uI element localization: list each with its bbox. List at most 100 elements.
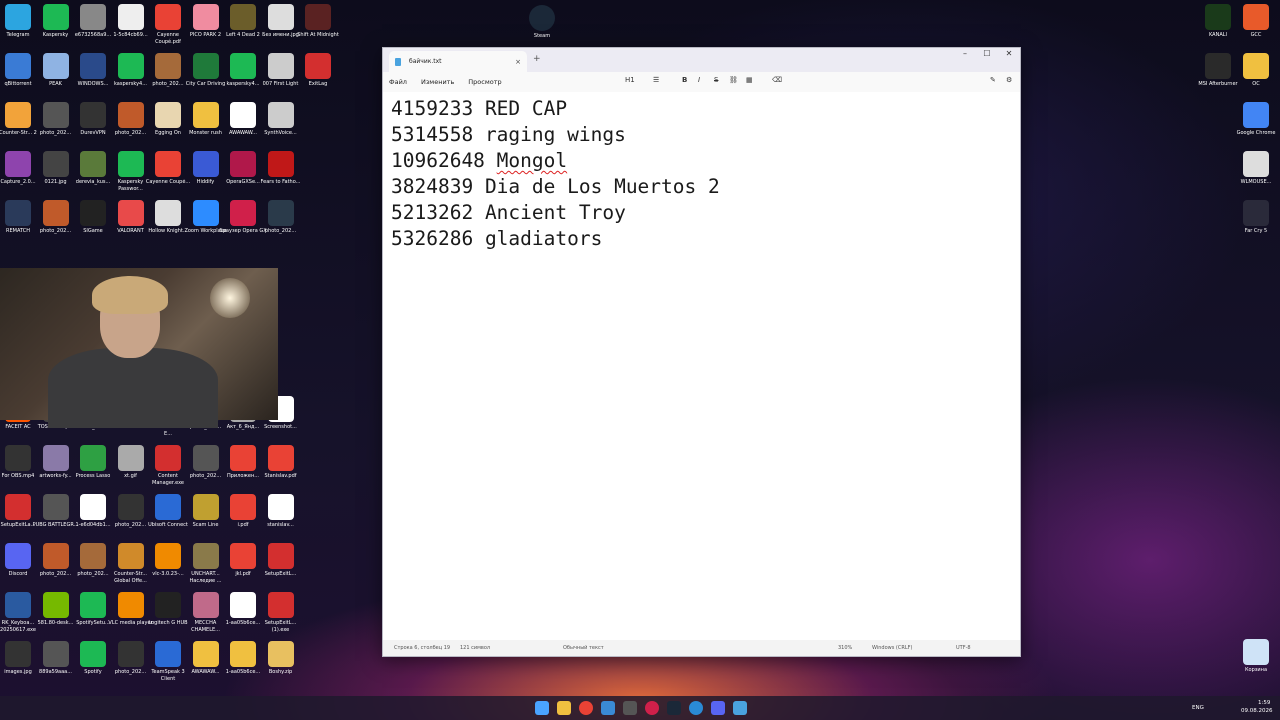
- desktop-icon[interactable]: WLMOUSE...: [1232, 151, 1280, 200]
- desktop-icon[interactable]: Корзина: [1232, 639, 1280, 688]
- app-icon: [267, 494, 294, 520]
- status-mode: Обычный текст: [563, 645, 604, 651]
- close-tab-icon[interactable]: ×: [515, 58, 521, 66]
- desktop-icon[interactable]: GCC: [1232, 4, 1280, 53]
- status-encoding[interactable]: UTF-8: [956, 645, 971, 651]
- app-icon: [155, 151, 181, 177]
- app-icon: [80, 4, 106, 30]
- text-line: 5314558 raging wings: [391, 122, 1012, 148]
- text-line: 10962648 Mongol: [391, 148, 1012, 174]
- app-icon: [267, 200, 294, 226]
- app-icon: [192, 445, 219, 471]
- app-icon: [230, 445, 256, 471]
- app-icon: [117, 4, 144, 30]
- app-icon: [192, 592, 219, 618]
- app-icon: [42, 641, 69, 667]
- link-button[interactable]: ⛓: [729, 76, 738, 84]
- app-icon: [117, 151, 144, 177]
- desktop-icon-label: Корзина: [1244, 667, 1268, 673]
- strikethrough-button[interactable]: S: [714, 76, 718, 84]
- calculator-icon[interactable]: [623, 701, 637, 715]
- desktop-icon-label: Shift At Midnight: [297, 32, 339, 38]
- line-number-value: 4159233: [391, 97, 474, 120]
- list-button[interactable]: ☰: [653, 76, 659, 84]
- tab-title: байчик.txt: [409, 58, 442, 65]
- menu-view[interactable]: Просмотр: [468, 78, 501, 86]
- clock-time[interactable]: 1:59: [1258, 700, 1270, 706]
- app-icon: [42, 445, 69, 471]
- desktop-icon-label: Stanislav.pdf: [264, 473, 297, 479]
- app-icon: [80, 494, 106, 520]
- menu-file[interactable]: Файл: [389, 78, 407, 86]
- tab-file[interactable]: байчик.txt ×: [389, 51, 527, 72]
- desktop-icon-label: Google Chrome: [1236, 130, 1276, 136]
- desktop-icon[interactable]: SetupExitL... (1).exe: [257, 592, 305, 641]
- app-icon: [192, 151, 219, 177]
- close-window-icon[interactable]: ✕: [998, 48, 1020, 60]
- desktop-icon-label: WLMOUSE...: [1240, 179, 1272, 185]
- app-icon: [42, 200, 69, 226]
- text-editor[interactable]: 4159233 RED CAP 5314558 raging wings 10962…: [383, 92, 1020, 640]
- app-icon: [5, 151, 31, 177]
- heading-button[interactable]: H1: [625, 76, 635, 84]
- copilot-icon[interactable]: ✎: [990, 76, 996, 84]
- desktop-icon[interactable]: photo_202...: [257, 200, 305, 249]
- desktop-icon[interactable]: Boshy.zip: [257, 641, 305, 690]
- app-icon: [230, 102, 256, 128]
- desktop-icon[interactable]: Stanislav.pdf: [257, 445, 305, 494]
- desktop-icon[interactable]: ExitLag: [294, 53, 342, 102]
- desktop-icon[interactable]: SetupExitL...: [257, 543, 305, 592]
- app-icon: [5, 445, 31, 471]
- app-icon: [117, 53, 144, 79]
- language-indicator[interactable]: ENG: [1192, 705, 1204, 711]
- browser-icon[interactable]: [689, 701, 703, 715]
- opera-gx-icon[interactable]: [645, 701, 659, 715]
- new-tab-button[interactable]: +: [533, 54, 541, 64]
- menu-edit[interactable]: Изменить: [421, 78, 454, 86]
- status-eol[interactable]: Windows (CRLF): [872, 645, 912, 651]
- app-icon: [155, 4, 181, 30]
- desktop-icon[interactable]: ОС: [1232, 53, 1280, 102]
- bold-button[interactable]: B: [682, 76, 687, 84]
- chrome-icon[interactable]: [579, 701, 593, 715]
- italic-button[interactable]: I: [698, 76, 700, 84]
- app-icon: [267, 445, 294, 471]
- desktop-icon[interactable]: Fears to Fatho...: [257, 151, 305, 200]
- app-icon: [1243, 200, 1269, 226]
- notepad-taskbar-icon[interactable]: [733, 701, 747, 715]
- app-icon: [80, 445, 106, 471]
- desktop-icon[interactable]: Far Cry 5: [1232, 200, 1280, 249]
- clock-date[interactable]: 09.08.2026: [1241, 708, 1273, 714]
- desktop-icon[interactable]: Google Chrome: [1232, 102, 1280, 151]
- app-icon: [192, 494, 219, 520]
- start-icon[interactable]: [535, 701, 549, 715]
- app-icon: [1243, 151, 1269, 177]
- app-icon: [42, 543, 69, 569]
- app-icon: [230, 592, 256, 618]
- clear-format-button[interactable]: ⌫: [772, 76, 782, 84]
- maximize-icon[interactable]: ☐: [976, 48, 998, 60]
- file-explorer-icon[interactable]: [557, 701, 571, 715]
- desktop-icon-label: ExitLag: [308, 81, 328, 87]
- desktop-icon-label: SetupExitL... (1).exe: [264, 620, 297, 633]
- app-icon: [155, 102, 181, 128]
- document-icon: [395, 57, 401, 66]
- minimize-icon[interactable]: –: [954, 48, 976, 60]
- app-icon: [267, 592, 294, 618]
- desktop-icon[interactable]: Shift At Midnight: [294, 4, 342, 53]
- photos-icon[interactable]: [601, 701, 615, 715]
- discord-icon[interactable]: [711, 701, 725, 715]
- app-icon: [267, 102, 294, 128]
- app-icon: [155, 200, 181, 226]
- desktop-icon-label: Far Cry 5: [1244, 228, 1268, 234]
- lamp-light: [210, 278, 250, 318]
- line-text-value: RED CAP: [484, 97, 568, 120]
- steam-taskbar-icon[interactable]: [667, 701, 681, 715]
- desktop-icon[interactable]: SynthVoice...: [257, 102, 305, 151]
- table-button[interactable]: ▦: [746, 76, 753, 84]
- status-zoom[interactable]: 310%: [838, 645, 852, 651]
- desktop-icon[interactable]: stanislav...: [257, 494, 305, 543]
- line-text-value: Mongol: [496, 149, 568, 172]
- app-icon: [117, 200, 144, 226]
- settings-gear-icon[interactable]: ⚙: [1006, 76, 1012, 84]
